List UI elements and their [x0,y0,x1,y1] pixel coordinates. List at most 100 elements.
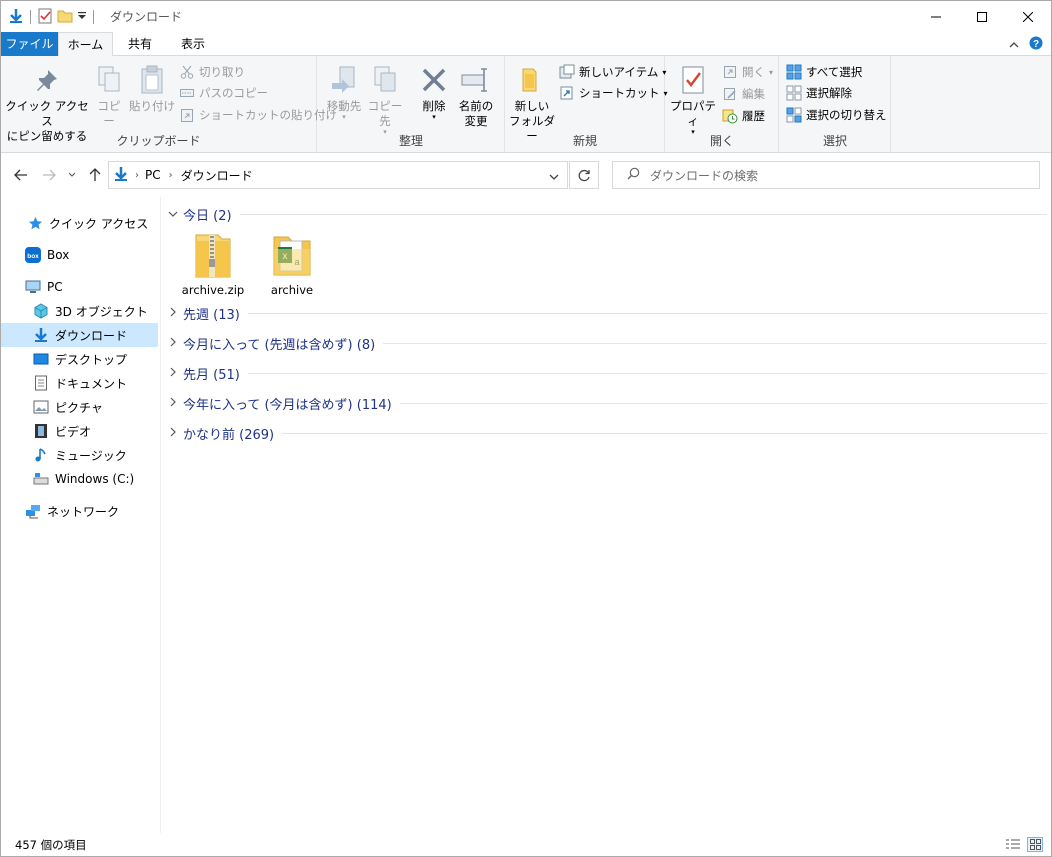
download-location-icon [113,166,129,185]
file-list: 今日 (2) archive.zip xa archive 先週 (13) [163,197,1049,833]
group-header-today[interactable]: 今日 (2) [163,203,1047,225]
chevron-right-icon [163,307,183,320]
nav-music[interactable]: ミュージック [1,443,158,467]
collapse-ribbon-icon[interactable] [1009,38,1019,52]
copy-path-button[interactable]: パスのコピー [179,83,268,103]
recent-locations-dropdown[interactable] [64,165,80,185]
navigation-bar: › PC › ダウンロード ダウンロードの検索 [1,153,1051,195]
refresh-button[interactable] [569,161,599,189]
delete-button[interactable]: 削除 ▾ [418,64,450,121]
tab-home[interactable]: ホーム [58,32,113,57]
history-button[interactable]: 履歴 [722,106,765,126]
nav-3d-objects[interactable]: 3D オブジェクト [1,299,158,323]
new-folder-icon [516,64,548,96]
open-button[interactable]: 開く ▾ [722,62,773,82]
move-to-button[interactable]: 移動先 ▾ [322,64,366,121]
breadcrumb-pc[interactable]: PC [145,168,161,182]
nav-downloads[interactable]: ダウンロード [1,323,158,347]
chevron-right-icon [163,427,183,440]
properties-quick-icon[interactable] [37,8,53,27]
edit-button[interactable]: 編集 [722,84,765,104]
file-item[interactable]: archive.zip [177,231,249,297]
nav-pictures[interactable]: ピクチャ [1,395,158,419]
ribbon-tabs: ファイル ホーム 共有 表示 ? [1,32,1051,57]
computer-icon [25,279,41,295]
copy-path-icon [179,85,195,101]
search-icon [627,167,640,183]
new-item-button[interactable]: 新しいアイテム ▾ [559,62,666,82]
easy-access-button[interactable]: ショートカット ▾ [559,83,668,103]
copy-to-button[interactable]: コピー先 ▾ [364,64,406,136]
cube-3d-icon [33,303,49,319]
back-button[interactable] [11,165,31,185]
maximize-button[interactable] [959,1,1005,32]
file-item[interactable]: xa archive [256,231,328,297]
group-header-long-ago[interactable]: かなり前 (269) [163,422,1047,444]
group-header-this-month[interactable]: 今月に入って (先週は含めず) (8) [163,332,1047,354]
group-clipboard: クイック アクセス にピン留めする コピー 貼り付け 切り取り パスのコピー シ… [1,56,337,153]
history-icon [722,108,738,124]
copy-to-icon [369,64,401,96]
paste-button[interactable]: 貼り付け [129,64,175,114]
film-icon [33,423,49,439]
forward-button[interactable] [39,165,59,185]
cut-button[interactable]: 切り取り [179,62,245,82]
group-label-organize: 整理 [398,134,423,148]
network-icon [25,503,41,519]
open-icon [722,64,738,80]
group-select: すべて選択 選択解除 選択の切り替え 選択 [780,56,891,153]
address-bar[interactable]: › PC › ダウンロード [108,161,568,189]
search-placeholder: ダウンロードの検索 [650,168,759,183]
select-all-button[interactable]: すべて選択 [786,62,862,82]
chevron-right-icon [163,367,183,380]
shortcut-icon [559,85,575,101]
group-new: 新しい フォルダー 新しいアイテム ▾ ショートカット ▾ 新規 [506,56,668,153]
up-button[interactable] [85,165,105,185]
nav-desktop[interactable]: デスクトップ [1,347,158,371]
explorer-window: ダウンロード ファイル ホーム 共有 表示 ? クイック アクセス にピン留めす… [0,0,1052,857]
chevron-right-icon [163,337,183,350]
group-label-clipboard: クリップボード [116,134,201,148]
details-view-icon[interactable] [1005,838,1021,855]
copy-button[interactable]: コピー [93,64,125,129]
nav-network[interactable]: ネットワーク [1,499,158,523]
window-title: ダウンロード [110,10,183,24]
select-none-button[interactable]: 選択解除 [786,83,852,103]
paste-shortcut-button[interactable]: ショートカットの貼り付け [179,105,337,125]
new-item-icon [559,64,575,80]
breadcrumb-downloads[interactable]: ダウンロード [181,167,253,184]
invert-selection-button[interactable]: 選択の切り替え [786,105,887,125]
new-folder-quick-icon[interactable] [57,8,73,27]
minimize-button[interactable] [913,1,959,32]
group-label-open: 開く [709,134,734,148]
nav-box[interactable]: box Box [1,243,158,267]
nav-quick-access[interactable]: クイック アクセス [1,211,158,235]
tab-view[interactable]: 表示 [171,32,215,56]
file-name: archive [270,283,314,297]
svg-text:box: box [27,253,39,260]
group-header-last-week[interactable]: 先週 (13) [163,302,1047,324]
customize-qat-dropdown-icon[interactable] [77,10,87,24]
help-icon[interactable]: ? [1029,36,1043,53]
rename-icon [460,64,492,96]
group-header-this-year[interactable]: 今年に入って (今月は含めず) (114) [163,392,1047,414]
nav-videos[interactable]: ビデオ [1,419,158,443]
paste-icon [136,64,168,96]
properties-button[interactable]: プロパティ ▾ [668,64,718,136]
large-icons-view-icon[interactable] [1027,837,1043,852]
navigation-pane: クイック アクセス box Box PC 3D オブジェクト ダウンロード デス… [1,197,161,833]
nav-windows-c[interactable]: Windows (C:) [1,467,158,491]
rename-button[interactable]: 名前の 変更 [456,64,496,129]
tab-file[interactable]: ファイル [1,32,58,56]
file-name: archive.zip [181,283,245,297]
search-box[interactable]: ダウンロードの検索 [612,161,1040,189]
nav-pc[interactable]: PC [1,275,158,299]
nav-documents[interactable]: ドキュメント [1,371,158,395]
folder-excel-icon: xa [268,231,316,279]
star-icon [27,215,43,231]
tab-share[interactable]: 共有 [117,32,163,56]
close-button[interactable] [1005,1,1051,32]
address-history-dropdown[interactable] [549,170,559,184]
group-header-last-month[interactable]: 先月 (51) [163,362,1047,384]
invert-selection-icon [786,107,802,123]
